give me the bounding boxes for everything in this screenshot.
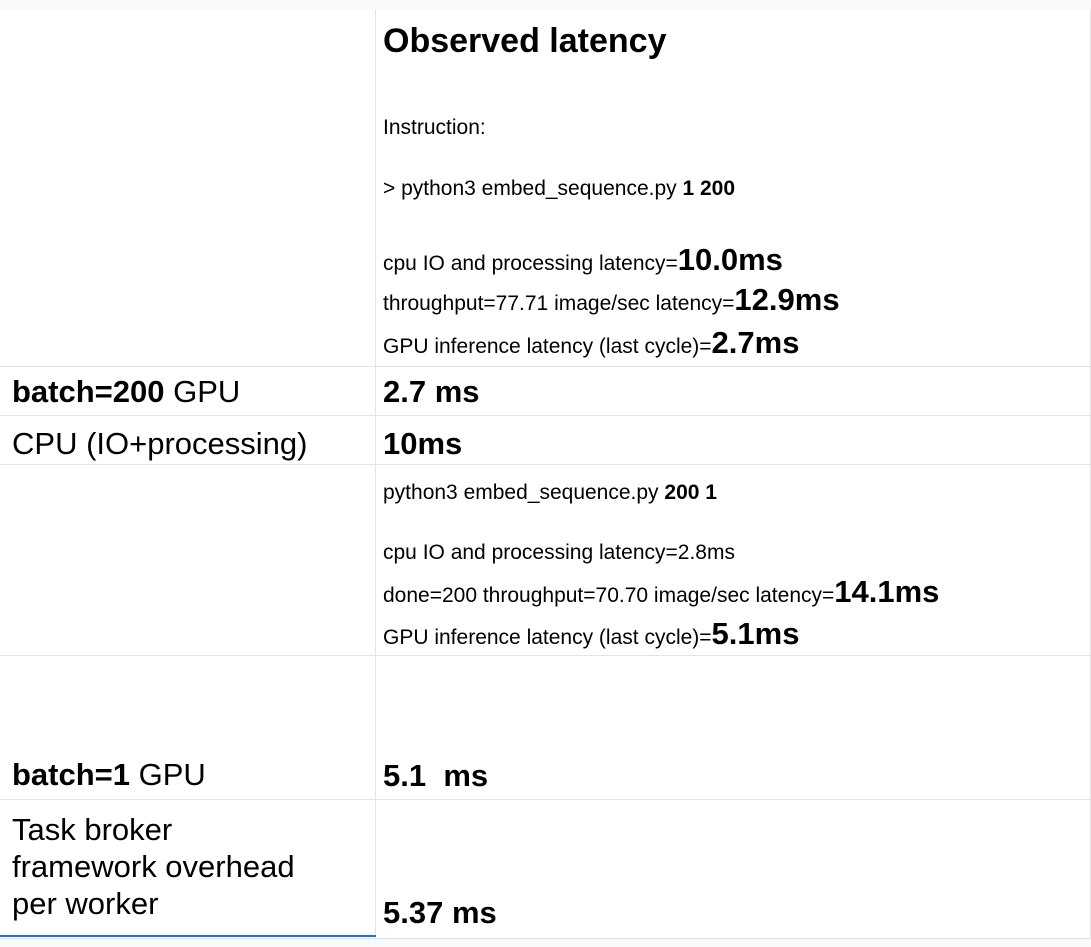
command-2: python3 embed_sequence.py 200 1 — [383, 481, 717, 505]
table-grid — [0, 10, 1091, 939]
broker-value: 5.37 ms — [383, 895, 497, 930]
gpu-latency-text: GPU inference latency (last cycle)= — [383, 335, 712, 358]
batch200-label: batch=200 GPU — [12, 374, 240, 410]
cell-a1[interactable] — [0, 10, 376, 367]
section-title: Observed latency — [383, 22, 667, 60]
broker-label-line-1: Task broker — [12, 812, 173, 847]
instruction-label: Instruction: — [383, 116, 486, 139]
throughput-2-value: 14.1ms — [834, 574, 940, 609]
throughput-2-text: done=200 throughput=70.70 image/sec late… — [383, 584, 835, 607]
batch200-label-bold: batch=200 — [12, 374, 165, 409]
cpu-label: CPU (IO+processing) — [12, 426, 308, 461]
batch200-label-rest: GPU — [164, 374, 241, 409]
cell-a4[interactable] — [0, 465, 376, 656]
throughput-line-2: done=200 throughput=70.70 image/sec late… — [383, 574, 939, 610]
batch1-label: batch=1 GPU — [12, 757, 206, 793]
cpu-value: 10ms — [383, 426, 463, 461]
gpu-latency-line-1: GPU inference latency (last cycle)=2.7ms — [383, 325, 799, 361]
throughput-text: throughput=77.71 image/sec latency= — [383, 292, 735, 315]
command-2-text: python3 embed_sequence.py — [383, 481, 665, 504]
broker-label: Task broker framework overhead per worke… — [12, 811, 295, 922]
command-1-text: > python3 embed_sequence.py — [383, 177, 683, 200]
cpu-latency-text: cpu IO and processing latency= — [383, 252, 678, 275]
cpu-latency-value: 10.0ms — [677, 242, 783, 277]
broker-label-line-2: framework overhead — [12, 849, 295, 884]
broker-label-line-3: per worker — [12, 886, 159, 921]
cell-b3[interactable] — [376, 416, 1091, 465]
cell-selection-indicator — [0, 935, 376, 937]
command-2-args: 200 1 — [664, 481, 717, 504]
gpu-latency-2-value: 5.1ms — [711, 616, 800, 651]
command-1-args: 1 200 — [682, 177, 736, 200]
throughput-value: 12.9ms — [734, 282, 840, 317]
spreadsheet-area: Observed latency Instruction: > python3 … — [0, 0, 1091, 947]
cpu-latency-line-2: cpu IO and processing latency=2.8ms — [383, 541, 735, 564]
batch1-label-bold: batch=1 — [12, 757, 131, 792]
batch1-value: 5.1 ms — [383, 758, 489, 793]
gpu-latency-line-2: GPU inference latency (last cycle)=5.1ms — [383, 616, 799, 652]
cpu-latency-line-1: cpu IO and processing latency=10.0ms — [383, 242, 783, 278]
batch1-label-rest: GPU — [130, 757, 206, 792]
command-1: > python3 embed_sequence.py 1 200 — [383, 177, 735, 201]
throughput-line-1: throughput=77.71 image/sec latency=12.9m… — [383, 282, 840, 318]
batch200-value: 2.7 ms — [383, 374, 480, 409]
cell-b2[interactable] — [376, 367, 1091, 416]
gpu-latency-2-text: GPU inference latency (last cycle)= — [383, 626, 712, 649]
gpu-latency-value: 2.7ms — [711, 325, 800, 360]
